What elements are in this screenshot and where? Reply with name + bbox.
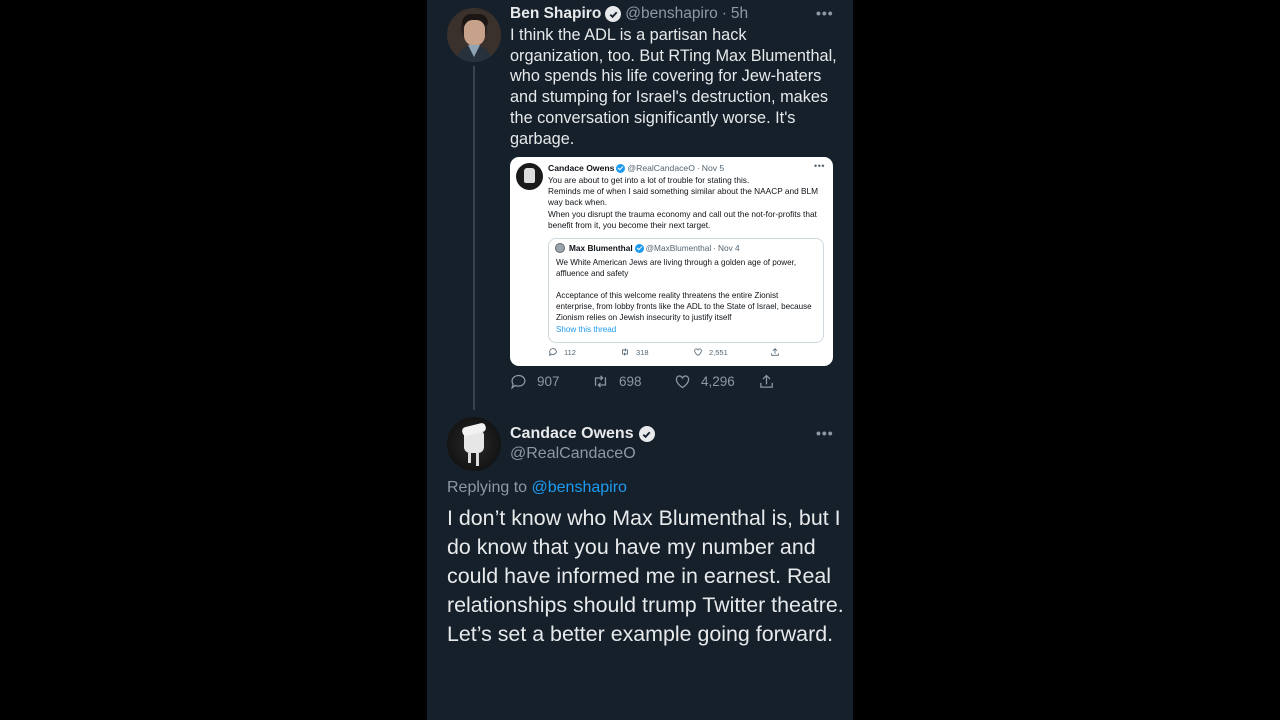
share-button[interactable] xyxy=(758,373,775,390)
count: 2,551 xyxy=(709,347,728,357)
tweet-reply-text: I don’t know who Max Blumenthal is, but … xyxy=(447,506,844,646)
reply-icon xyxy=(549,348,557,357)
tweet-main-text: I think the ADL is a partisan hack organ… xyxy=(510,26,837,148)
author-name[interactable]: Candace Owens xyxy=(510,425,634,443)
heart-icon xyxy=(675,375,690,389)
show-thread-link: Show this thread xyxy=(556,325,617,334)
author-handle[interactable]: @benshapiro xyxy=(625,5,717,23)
reply-icon xyxy=(511,374,526,390)
quoted-tweet-header: Candace Owens @RealCandaceO · Nov 5 xyxy=(548,163,724,173)
tweet-main-header: Ben Shapiro @benshapiro · 5h xyxy=(510,5,748,23)
tweet-time[interactable]: 5h xyxy=(731,5,748,23)
verified-badge-icon xyxy=(605,6,622,22)
candace-owens-small-avatar xyxy=(516,163,543,190)
quoted-text-line: Reminds me of when I said something simi… xyxy=(548,186,819,208)
count: 112 xyxy=(564,347,576,357)
candace-owens-avatar[interactable] xyxy=(447,417,501,471)
replying-to: Replying to @benshapiro xyxy=(447,479,627,497)
author-name[interactable]: Ben Shapiro xyxy=(510,5,601,23)
inner-quote-header: Max Blumenthal @MaxBlumenthal · Nov 4 xyxy=(555,243,740,253)
tweet-main-action-bar: 907 698 4,296 xyxy=(510,373,810,393)
retweet-button[interactable]: 698 xyxy=(592,373,642,390)
reply-count: 907 xyxy=(537,374,560,389)
quoted-like-count: 2,551 xyxy=(693,347,728,357)
quoted-tweet-time: Nov 5 xyxy=(701,163,725,173)
retweet-icon xyxy=(594,375,607,388)
quoted-tweet-text: You are about to get into a lot of troub… xyxy=(548,175,828,231)
quoted-author-handle: @RealCandaceO xyxy=(627,163,695,173)
thread-connector-line xyxy=(473,66,475,410)
verified-badge-icon xyxy=(616,163,626,173)
more-horizontal-icon: ••• xyxy=(814,161,825,171)
share-icon xyxy=(760,374,773,388)
reply-button[interactable]: 907 xyxy=(510,373,560,390)
quoted-reply-count: 112 xyxy=(548,347,576,357)
quoted-tweet-screenshot[interactable]: Candace Owens @RealCandaceO · Nov 5 ••• … xyxy=(510,157,833,366)
quoted-action-bar: 112 318 2,551 xyxy=(548,347,788,361)
share-icon xyxy=(771,348,779,356)
separator-dot: · xyxy=(696,163,700,173)
replying-to-label: Replying to xyxy=(447,479,528,496)
quoted-author-name: Candace Owens xyxy=(548,163,615,173)
inner-tweet-time: Nov 4 xyxy=(718,243,740,253)
more-horizontal-icon[interactable]: ••• xyxy=(816,5,834,21)
tweet-thread-panel: Ben Shapiro @benshapiro · 5h ••• I think… xyxy=(427,0,853,720)
retweet-count: 698 xyxy=(619,374,642,389)
replying-to-mention-link[interactable]: @benshapiro xyxy=(532,479,627,496)
like-count: 4,296 xyxy=(701,374,735,389)
inner-author-name: Max Blumenthal xyxy=(569,243,633,253)
inner-author-handle: @MaxBlumenthal xyxy=(645,243,712,253)
retweet-icon xyxy=(622,348,628,356)
inner-quoted-tweet: Max Blumenthal @MaxBlumenthal · Nov 4 We… xyxy=(548,238,824,343)
quoted-share xyxy=(770,347,780,357)
separator-dot: · xyxy=(713,243,716,253)
quoted-text-line: When you disrupt the trauma economy and … xyxy=(548,208,817,230)
verified-badge-icon xyxy=(638,426,655,442)
verified-badge-icon xyxy=(634,243,644,253)
quoted-retweet-count: 318 xyxy=(620,347,649,357)
max-blumenthal-avatar xyxy=(555,243,565,253)
tweet-reply-header: Candace Owens xyxy=(510,425,655,443)
ben-shapiro-avatar[interactable] xyxy=(447,8,501,62)
more-horizontal-icon[interactable]: ••• xyxy=(816,425,834,441)
heart-icon xyxy=(694,348,702,356)
quoted-text-line: You are about to get into a lot of troub… xyxy=(548,175,750,185)
like-button[interactable]: 4,296 xyxy=(674,373,735,390)
count: 318 xyxy=(636,347,649,357)
separator-dot: · xyxy=(721,5,727,22)
inner-quote-text: We White American Jews are living throug… xyxy=(556,258,812,322)
author-handle[interactable]: @RealCandaceO xyxy=(510,445,636,463)
